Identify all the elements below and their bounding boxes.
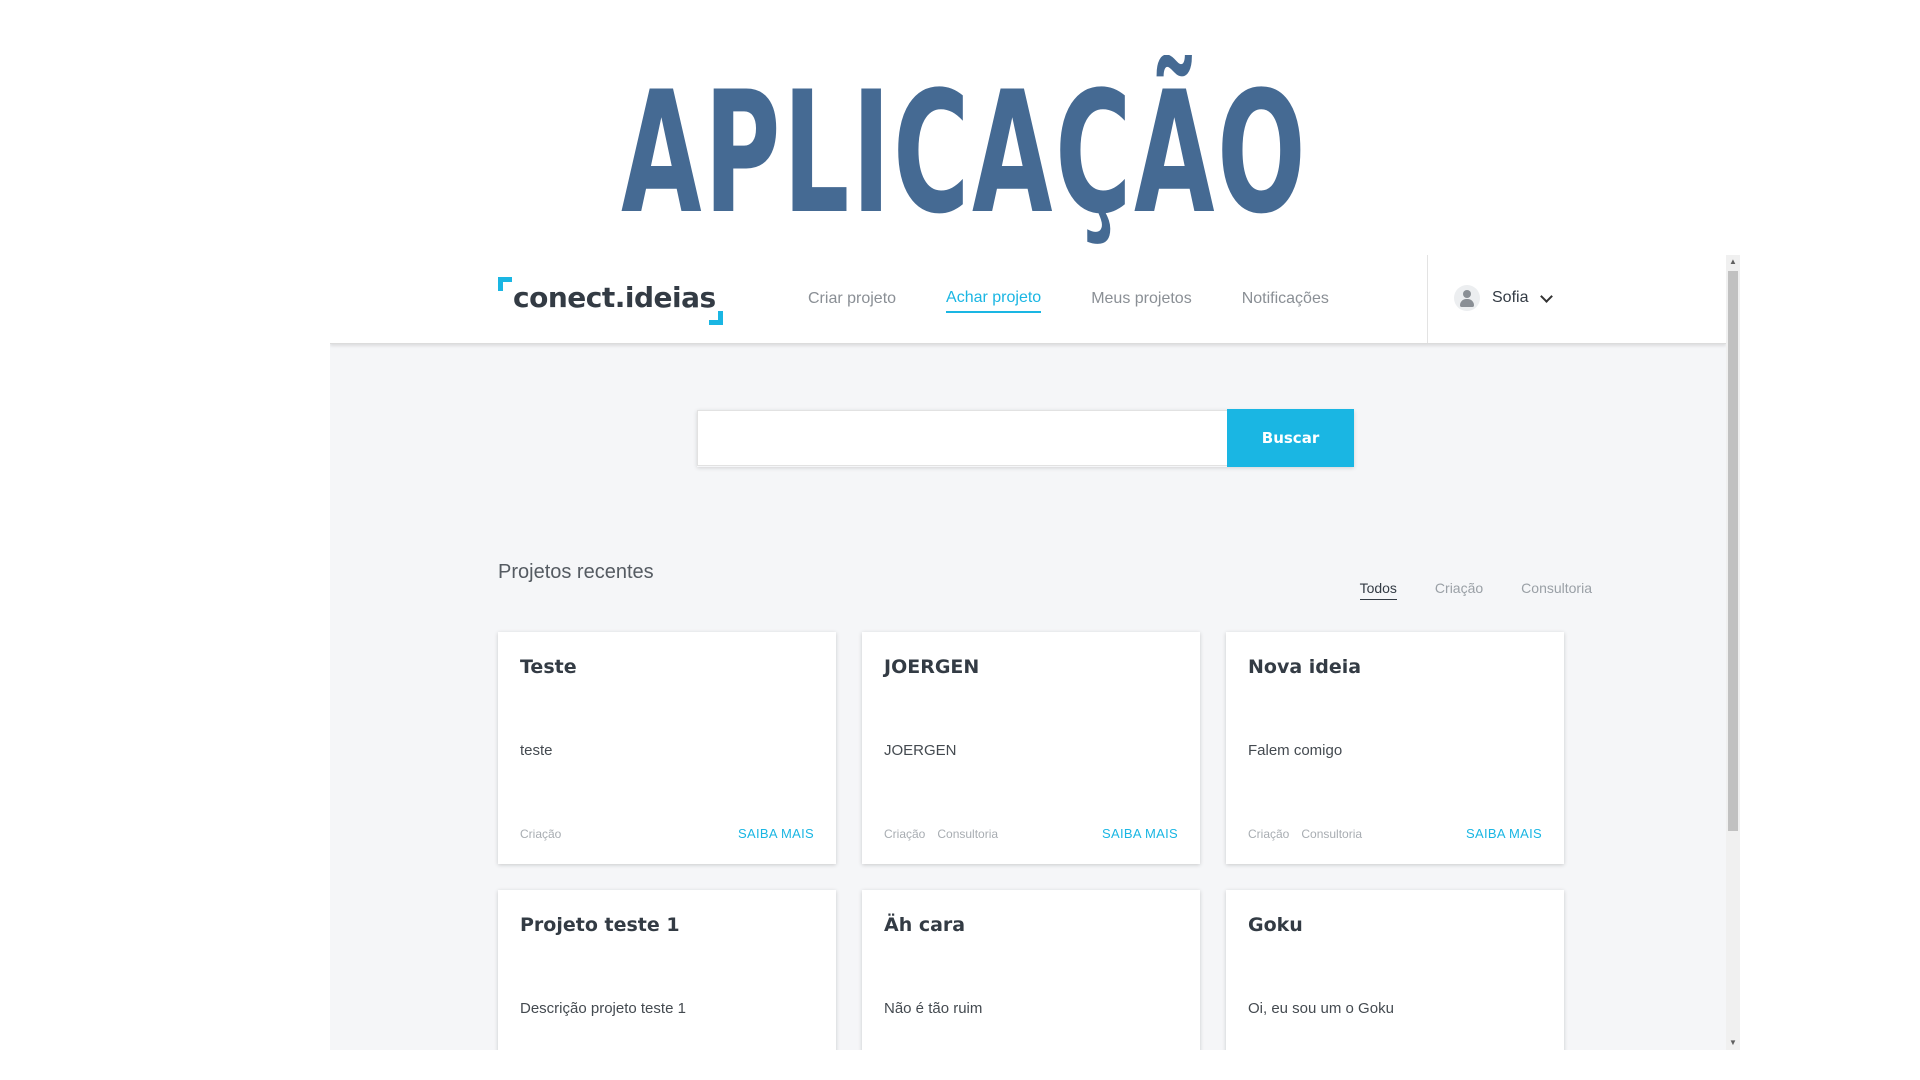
card-description: Oi, eu sou um o Goku [1248,1000,1394,1017]
nav-meus-projetos[interactable]: Meus projetos [1091,286,1192,312]
project-card[interactable]: Äh cara Não é tão ruim [862,890,1200,1050]
scroll-up-arrow-icon[interactable]: ▲ [1726,255,1740,269]
project-card[interactable]: Teste teste Criação SAIBA MAIS [498,632,836,864]
search-input[interactable] [697,410,1227,466]
project-card[interactable]: Projeto teste 1 Descrição projeto teste … [498,890,836,1050]
card-description: Falem comigo [1248,742,1343,759]
app-window: conect.ideias Criar projeto Achar projet… [330,255,1740,1050]
logo-bracket-icon [498,277,512,291]
card-description: JOERGEN [884,742,957,759]
logo-text: conect.ideias [513,281,716,314]
filter-consultoria[interactable]: Consultoria [1521,580,1592,600]
card-tags: Criação Consultoria [884,827,1010,841]
filter-criacao[interactable]: Criação [1435,580,1483,600]
card-description: teste [520,742,553,759]
card-title: Nova ideia [1248,656,1362,678]
saiba-mais-link[interactable]: SAIBA MAIS [738,826,814,841]
card-tag: Criação [884,827,926,841]
search-bar: Buscar [697,409,1354,467]
card-title: Teste [520,656,577,678]
project-cards: Teste teste Criação SAIBA MAIS JOERGEN J… [498,632,1564,1050]
card-title: Goku [1248,914,1303,936]
section-title: Projetos recentes [498,561,654,583]
card-title: Projeto teste 1 [520,914,680,936]
card-description: Não é tão ruim [884,1000,983,1017]
scroll-down-arrow-icon[interactable]: ▼ [1726,1036,1740,1050]
card-title: JOERGEN [884,656,980,678]
saiba-mais-link[interactable]: SAIBA MAIS [1466,826,1542,841]
category-filters: Todos Criação Consultoria [1322,580,1592,600]
main-nav: Criar projeto Achar projeto Meus projeto… [808,255,1379,343]
card-tags: Criação [520,827,573,841]
top-navbar: conect.ideias Criar projeto Achar projet… [330,255,1726,344]
nav-achar-projeto[interactable]: Achar projeto [946,285,1042,313]
project-card[interactable]: Nova ideia Falem comigo Criação Consulto… [1226,632,1564,864]
logo[interactable]: conect.ideias [498,275,723,325]
nav-criar-projeto[interactable]: Criar projeto [808,286,896,312]
nav-notificacoes[interactable]: Notificações [1242,286,1329,312]
project-card[interactable]: JOERGEN JOERGEN Criação Consultoria SAIB… [862,632,1200,864]
card-tag: Criação [1248,827,1290,841]
card-tag: Consultoria [1301,827,1363,841]
nav-divider [1427,255,1428,343]
card-tag: Consultoria [937,827,999,841]
user-name: Sofia [1492,289,1529,306]
vertical-scrollbar[interactable]: ▲ ▼ [1726,255,1740,1050]
scrollbar-thumb[interactable] [1728,271,1738,831]
card-tag: Criação [520,827,562,841]
user-icon [1454,285,1480,311]
project-card[interactable]: Goku Oi, eu sou um o Goku [1226,890,1564,1050]
logo-bracket-icon [709,311,723,325]
slide-title: APLICAÇÃO [621,55,1309,251]
chevron-down-icon[interactable] [1540,289,1554,303]
user-menu[interactable]: Sofia [1454,285,1554,311]
card-tags: Criação Consultoria [1248,827,1374,841]
card-title: Äh cara [884,914,966,936]
filter-todos[interactable]: Todos [1359,580,1397,600]
saiba-mais-link[interactable]: SAIBA MAIS [1102,826,1178,841]
card-description: Descrição projeto teste 1 [520,1000,686,1017]
search-button[interactable]: Buscar [1227,409,1354,467]
